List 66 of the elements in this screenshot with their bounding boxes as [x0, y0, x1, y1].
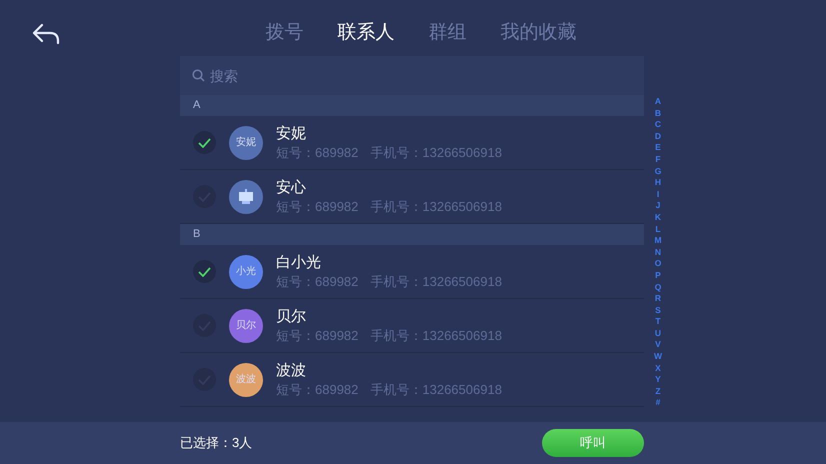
index-letter[interactable]: I: [656, 188, 660, 200]
index-letter[interactable]: B: [654, 108, 662, 120]
index-letter[interactable]: Z: [655, 386, 661, 398]
search-icon: [192, 69, 205, 82]
select-checkbox[interactable]: [193, 131, 216, 154]
contact-name: 安妮: [276, 124, 307, 144]
tab[interactable]: 我的收藏: [500, 18, 576, 48]
index-letter[interactable]: P: [655, 270, 661, 282]
check-icon: [198, 138, 211, 148]
section-header: A: [180, 95, 644, 116]
contact-name: 贝尔: [276, 306, 307, 326]
contact-name: 波波: [276, 360, 307, 380]
index-letter[interactable]: T: [655, 316, 661, 328]
mobile-number: 手机号：13266506918: [370, 272, 502, 290]
index-letter[interactable]: J: [656, 200, 660, 212]
index-letter[interactable]: H: [654, 177, 662, 189]
select-checkbox[interactable]: [193, 260, 216, 283]
call-button[interactable]: 呼叫: [542, 429, 644, 457]
contact-name: 安心: [276, 178, 307, 198]
index-letter[interactable]: F: [655, 154, 661, 166]
tab[interactable]: 拨号: [266, 18, 304, 48]
short-number: 短号：689982: [276, 272, 358, 290]
index-letter[interactable]: R: [654, 293, 662, 305]
index-letter[interactable]: U: [654, 328, 662, 340]
contact-name: 白小光: [276, 252, 322, 272]
index-letter[interactable]: X: [655, 362, 661, 374]
contact-row[interactable]: 安妮 安妮 短号：689982 手机号：13266506918: [180, 116, 644, 170]
mobile-number: 手机号：13266506918: [370, 198, 502, 216]
contact-row[interactable]: 波波 波波 短号：689982 手机号：13266506918: [180, 353, 644, 407]
mobile-number: 手机号：13266506918: [370, 380, 502, 398]
index-letter[interactable]: S: [655, 304, 661, 316]
index-letter[interactable]: N: [654, 246, 662, 258]
index-letter[interactable]: #: [656, 397, 660, 410]
short-number: 短号：689982: [276, 326, 358, 344]
index-letter[interactable]: D: [654, 130, 662, 142]
index-letter[interactable]: M: [654, 235, 662, 247]
contact-row[interactable]: 小光 白小光 短号：689982 手机号：13266506918: [180, 245, 644, 299]
index-letter[interactable]: Y: [655, 374, 661, 386]
contact-avatar: 小光: [229, 254, 263, 288]
mobile-number: 手机号：13266506918: [370, 144, 502, 162]
mobile-number: 手机号：13266506918: [370, 326, 502, 344]
short-number: 短号：689982: [276, 198, 358, 216]
contact-avatar: 波波: [229, 362, 263, 396]
index-letter[interactable]: E: [655, 142, 661, 154]
check-icon: [198, 266, 211, 276]
index-letter[interactable]: G: [654, 166, 662, 178]
index-letter[interactable]: W: [654, 351, 662, 363]
index-letter[interactable]: L: [655, 224, 661, 236]
index-letter[interactable]: K: [654, 212, 662, 224]
short-number: 短号：689982: [276, 144, 358, 162]
tab[interactable]: 联系人: [338, 18, 394, 48]
index-letter[interactable]: Q: [654, 282, 662, 294]
back-arrow-icon: [32, 23, 60, 45]
contact-row[interactable]: 贝尔 贝尔 短号：689982 手机号：13266506918: [180, 299, 644, 353]
short-number: 短号：689982: [276, 380, 358, 398]
index-letter[interactable]: V: [655, 339, 661, 352]
index-letter[interactable]: O: [654, 258, 662, 270]
search-field[interactable]: 搜索: [180, 56, 644, 95]
section-header: B: [180, 224, 644, 245]
contact-avatar: 贝尔: [229, 308, 263, 342]
selected-count: 已选择：3人: [180, 434, 252, 452]
index-letter[interactable]: C: [654, 119, 662, 131]
tab[interactable]: 群组: [428, 18, 466, 48]
index-letter[interactable]: A: [654, 96, 662, 108]
contact-avatar: 安妮: [229, 126, 263, 160]
easel-icon: [238, 188, 254, 204]
